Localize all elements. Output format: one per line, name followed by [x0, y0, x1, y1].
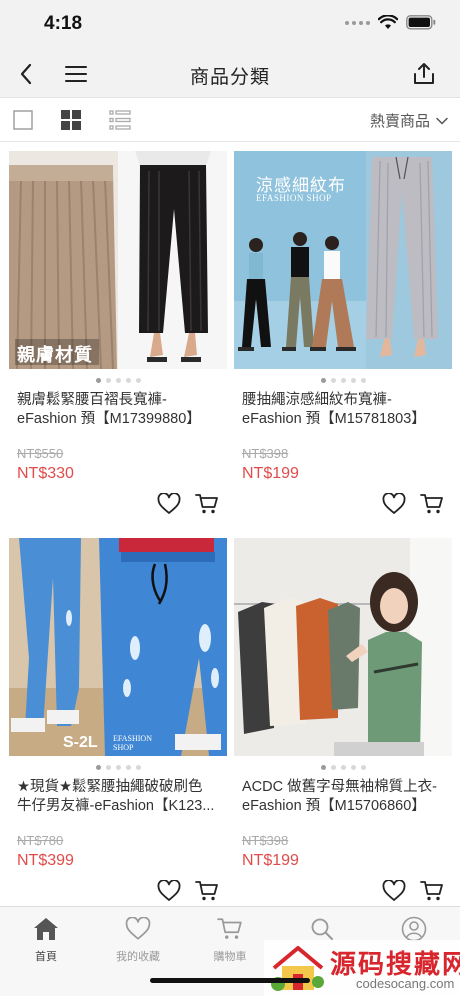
cart-icon: [195, 881, 218, 901]
status-time: 4:18: [44, 13, 83, 34]
cart-icon: [195, 494, 218, 514]
watermark: 源码搜藏网 codesocang.com: [264, 940, 460, 996]
profile-icon: [401, 916, 427, 942]
heart-icon: [157, 880, 181, 901]
chevron-down-icon: [436, 117, 448, 125]
carousel-dots: [9, 378, 227, 384]
original-price: NT$398: [242, 446, 289, 461]
battery-icon: [406, 15, 436, 30]
home-indicator: [150, 978, 310, 983]
product-card[interactable]: ACDC 做舊字母無袖棉質上衣- eFashion 預【M15706860】 N…: [234, 538, 452, 901]
product-image[interactable]: 涼感細紋布 EFASHION SHOP: [234, 151, 452, 369]
sort-select[interactable]: 熱賣商品: [370, 110, 448, 131]
signal-icon: [345, 20, 370, 25]
cart-icon: [420, 494, 443, 514]
product-card[interactable]: S-2L EFASHION SHOP ★現貨★鬆緊腰抽繩破破刷色 牛仔男友褲-e…: [9, 538, 227, 901]
sale-price: NT$199: [242, 852, 299, 869]
carousel-dots: [234, 378, 452, 384]
original-price: NT$398: [242, 833, 289, 848]
favorite-button[interactable]: [382, 880, 406, 902]
card-actions: [157, 880, 219, 902]
heart-icon: [125, 917, 151, 940]
sale-price: NT$199: [242, 465, 299, 482]
wifi-icon: [378, 15, 398, 29]
list-view-button[interactable]: [108, 108, 132, 132]
page-title: 商品分類: [189, 67, 270, 88]
heart-icon: [382, 880, 406, 901]
product-grid: 親膚材質 親膚鬆緊腰百褶長寬褲- eFashion 預【M17399880】 N…: [0, 142, 460, 906]
tab-home[interactable]: 首頁: [0, 915, 92, 964]
favorite-button[interactable]: [382, 493, 406, 515]
home-icon: [34, 918, 58, 940]
grid-icon: [61, 110, 81, 130]
image-caption: 親膚材質: [17, 345, 93, 365]
product-title[interactable]: ★現貨★鬆緊腰抽繩破破刷色 牛仔男友褲-eFashion【K123...: [9, 778, 227, 816]
single-view-button[interactable]: [11, 108, 35, 132]
add-to-cart-button[interactable]: [195, 493, 219, 515]
product-image[interactable]: S-2L EFASHION SHOP: [9, 538, 227, 756]
image-brand: EFASHION SHOP: [256, 193, 332, 203]
share-icon: [414, 63, 434, 84]
add-to-cart-button[interactable]: [420, 880, 444, 902]
sale-price: NT$330: [17, 465, 74, 482]
card-actions: [382, 493, 444, 515]
product-title[interactable]: 親膚鬆緊腰百褶長寬褲- eFashion 預【M17399880】: [9, 391, 227, 429]
product-title[interactable]: ACDC 做舊字母無袖棉質上衣- eFashion 預【M15706860】: [234, 778, 452, 816]
tab-label: 首頁: [35, 951, 57, 963]
carousel-dots: [234, 765, 452, 771]
heart-icon: [382, 493, 406, 514]
tab-label: 購物車: [213, 951, 247, 963]
tab-favorites[interactable]: 我的收藏: [92, 915, 184, 964]
favorite-button[interactable]: [157, 493, 181, 515]
house-logo-icon: [271, 946, 324, 991]
view-toolbar: 熱賣商品: [0, 98, 460, 142]
original-price: NT$550: [17, 446, 64, 461]
cart-icon: [420, 881, 443, 901]
favorite-button[interactable]: [157, 880, 181, 902]
image-caption: S-2L: [63, 734, 98, 751]
carousel-dots: [9, 765, 227, 771]
add-to-cart-button[interactable]: [195, 880, 219, 902]
grid-view-button[interactable]: [59, 108, 83, 132]
square-icon: [13, 110, 33, 130]
cart-icon: [217, 918, 242, 939]
product-image[interactable]: 親膚材質: [9, 151, 227, 369]
list-icon: [109, 110, 131, 130]
tab-label: 我的收藏: [116, 951, 160, 963]
product-card[interactable]: 涼感細紋布 EFASHION SHOP 腰抽繩涼感細紋布寬褲- eFashion…: [234, 151, 452, 514]
sort-label: 熱賣商品: [369, 113, 430, 130]
status-icons: [345, 15, 436, 30]
nav-bar: 商品分類: [0, 50, 460, 98]
watermark-url: codesocang.com: [356, 976, 455, 991]
search-icon: [311, 918, 333, 940]
sale-price: NT$399: [17, 852, 74, 869]
card-actions: [382, 880, 444, 902]
image-brand: EFASHION SHOP: [113, 734, 152, 752]
product-card[interactable]: 親膚材質 親膚鬆緊腰百褶長寬褲- eFashion 預【M17399880】 N…: [9, 151, 227, 514]
add-to-cart-button[interactable]: [420, 493, 444, 515]
product-title[interactable]: 腰抽繩涼感細紋布寬褲- eFashion 預【M15781803】: [234, 391, 452, 429]
heart-icon: [157, 493, 181, 514]
share-button[interactable]: [402, 50, 446, 98]
card-actions: [157, 493, 219, 515]
status-bar: 4:18: [0, 0, 460, 50]
original-price: NT$780: [17, 833, 64, 848]
product-image[interactable]: [234, 538, 452, 756]
tab-cart[interactable]: 購物車: [184, 915, 276, 964]
